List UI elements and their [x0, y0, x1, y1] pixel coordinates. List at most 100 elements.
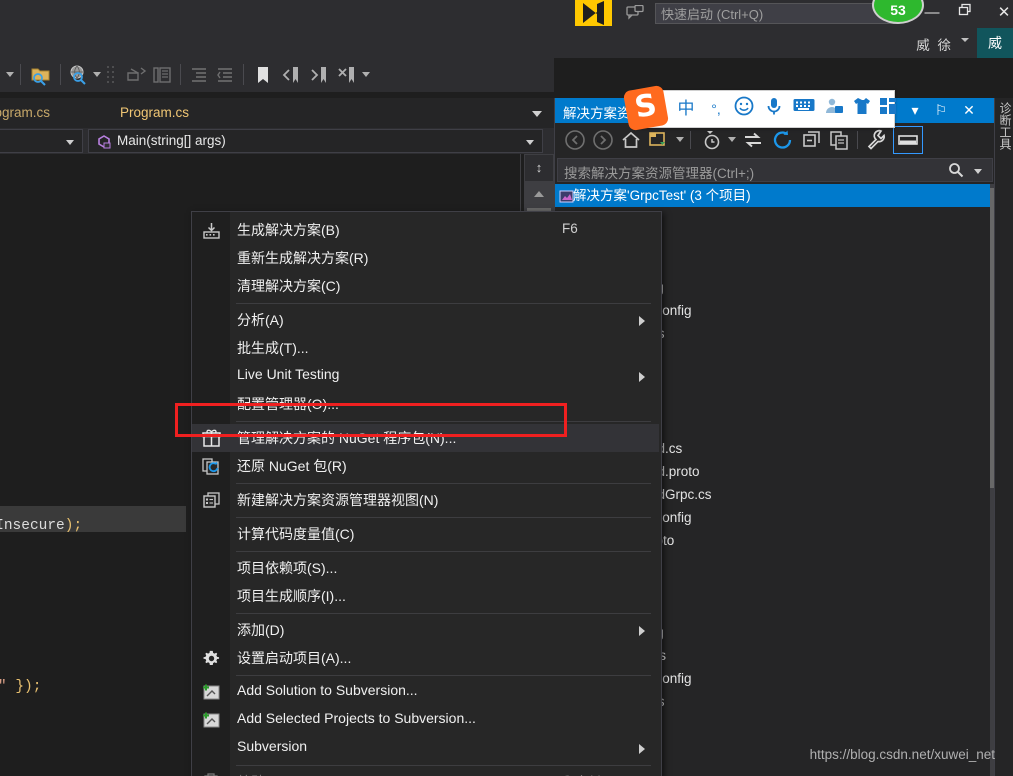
- chinese-mode-icon[interactable]: 中: [672, 95, 700, 123]
- restore-button[interactable]: [952, 2, 980, 24]
- context-menu-item-label: 项目生成顺序(I)...: [237, 588, 346, 604]
- context-menu-item[interactable]: 项目生成顺序(I)...: [192, 582, 659, 610]
- collapse-all-glyph: [803, 131, 820, 147]
- skin-icon[interactable]: [848, 95, 876, 123]
- tree-item-label: 解决方案'GrpcTest' (3 个项目): [573, 188, 751, 203]
- increase-indent-icon[interactable]: [188, 64, 210, 86]
- subversion-add-icon: [202, 711, 221, 730]
- scroll-up-button[interactable]: [525, 181, 553, 207]
- context-menu-item[interactable]: 清理解决方案(C): [192, 272, 659, 300]
- magnifier-glyph: [949, 163, 964, 178]
- pending-changes-filter-icon[interactable]: [700, 128, 724, 152]
- context-menu-item-label: 重新生成解决方案(R): [237, 250, 369, 266]
- tab-list-dropdown-icon[interactable]: [532, 111, 542, 117]
- soft-keyboard-icon[interactable]: [790, 95, 818, 123]
- context-menu-item[interactable]: 批生成(T)...: [192, 334, 659, 362]
- search-icon[interactable]: [948, 162, 964, 181]
- context-menu-item[interactable]: 重新生成解决方案(R): [192, 244, 659, 272]
- minimize-button[interactable]: —: [918, 2, 946, 24]
- punctuation-mode-icon[interactable]: °,: [702, 95, 730, 123]
- back-icon[interactable]: [563, 128, 587, 152]
- overflow-caret-left-icon[interactable]: [6, 72, 14, 77]
- sync-with-active-document-icon[interactable]: [647, 128, 671, 152]
- preview-selected-items-button[interactable]: [893, 126, 923, 154]
- avatar[interactable]: 威: [977, 28, 1013, 58]
- properties-wrench-icon[interactable]: [865, 128, 889, 152]
- show-all-files-icon[interactable]: [741, 128, 765, 152]
- context-menu-item[interactable]: 新建解决方案资源管理器视图(N): [192, 486, 659, 514]
- home-icon[interactable]: [619, 128, 643, 152]
- editor-tab-inactive[interactable]: rogram.cs: [0, 98, 50, 128]
- find-dropdown-caret-icon[interactable]: [93, 72, 101, 77]
- context-menu-item[interactable]: 设置启动项目(A)...: [192, 644, 659, 672]
- search-input[interactable]: 搜索解决方案资源管理器(Ctrl+;): [557, 158, 993, 182]
- context-menu-item[interactable]: 还原 NuGet 包(R): [192, 452, 659, 480]
- editor-split-handle[interactable]: ↕: [525, 155, 553, 181]
- sogou-logo-icon[interactable]: S: [622, 84, 670, 132]
- decrease-indent-icon[interactable]: [214, 64, 236, 86]
- collapse-all-icon[interactable]: [800, 128, 824, 152]
- emoji-icon[interactable]: [730, 95, 758, 123]
- dotted-grip-glyph: [107, 66, 114, 83]
- user-glyph: [826, 98, 843, 113]
- bookmark-icon[interactable]: [252, 64, 274, 86]
- context-menu-item[interactable]: 添加(D): [192, 616, 659, 644]
- open-folder-search-icon[interactable]: [30, 64, 52, 86]
- editor-tab-active[interactable]: Program.cs: [120, 98, 189, 128]
- diagnostic-tools-dock[interactable]: 诊断工具: [994, 98, 1013, 776]
- context-menu-item[interactable]: 管理解决方案的 NuGet 程序包(N)...: [192, 424, 659, 452]
- chevron-down-icon[interactable]: [974, 169, 982, 174]
- quick-launch-input[interactable]: 快速启动 (Ctrl+Q): [655, 3, 900, 24]
- context-menu-item[interactable]: Subversion: [192, 734, 659, 762]
- send-feedback-icon[interactable]: [626, 4, 644, 21]
- solution-context-menu[interactable]: 生成解决方案(B) F6 重新生成解决方案(R) 清理解决方案(C) 分析(A) 批生成(…: [191, 211, 662, 776]
- nuget-package-icon: [202, 429, 221, 448]
- emoji-glyph: [734, 96, 754, 116]
- context-menu-item[interactable]: Add Solution to Subversion...: [192, 678, 659, 706]
- member-dropdown[interactable]: Main(string[] args): [88, 129, 543, 153]
- context-menu-item-label: 粘贴(P): [237, 772, 284, 776]
- toolbar-separator: [857, 131, 858, 149]
- panel-dropdown-icon[interactable]: ▾: [905, 100, 925, 121]
- submenu-arrow-icon: [639, 372, 645, 382]
- previous-bookmark-icon[interactable]: [280, 64, 302, 86]
- watermark-url: https://blog.csdn.net/xuwei_net: [809, 747, 995, 762]
- menu-separator: [236, 421, 651, 422]
- voice-input-icon[interactable]: [760, 95, 788, 123]
- submenu-arrow-icon: [639, 316, 645, 326]
- menu-separator: [236, 765, 651, 766]
- context-menu-item[interactable]: 生成解决方案(B) F6: [192, 216, 659, 244]
- refresh-icon[interactable]: [771, 128, 795, 152]
- context-menu-item[interactable]: 项目依赖项(S)...: [192, 554, 659, 582]
- sogou-ime-toolbar[interactable]: S 中 °,: [622, 84, 896, 132]
- context-menu-item[interactable]: 计算代码度量值(C): [192, 520, 659, 548]
- toolbar-overflow-icon[interactable]: [362, 72, 370, 77]
- find-in-files-icon[interactable]: [68, 64, 90, 86]
- sync-dropdown-caret-icon[interactable]: [676, 137, 684, 142]
- context-menu-item[interactable]: Live Unit Testing: [192, 362, 659, 390]
- account-name-label[interactable]: 威 徐: [916, 34, 953, 54]
- uncomment-selection-icon[interactable]: [152, 64, 174, 86]
- panel-pin-icon[interactable]: ⚐: [931, 100, 951, 121]
- user-profile-icon[interactable]: [820, 95, 848, 123]
- filter-clock-glyph: [704, 131, 720, 150]
- context-menu-item[interactable]: Add Selected Projects to Subversion...: [192, 706, 659, 734]
- code-line: _二次服务请求" });: [0, 679, 42, 695]
- filter-dropdown-caret-icon[interactable]: [728, 137, 736, 142]
- context-menu-item[interactable]: 分析(A): [192, 306, 659, 334]
- context-menu-item-label: Subversion: [237, 738, 308, 754]
- toolbox-icon[interactable]: [874, 95, 902, 123]
- next-bookmark-icon[interactable]: [308, 64, 330, 86]
- context-menu-item[interactable]: 配置管理器(O)...: [192, 390, 659, 418]
- view-code-icon[interactable]: [828, 128, 852, 152]
- keyboard-glyph: [793, 99, 815, 111]
- close-button[interactable]: ✕: [990, 2, 1013, 24]
- forward-glyph: [593, 130, 613, 150]
- forward-icon[interactable]: [591, 128, 615, 152]
- clear-bookmarks-icon[interactable]: [336, 64, 358, 86]
- panel-close-icon[interactable]: ✕: [959, 100, 979, 121]
- tree-row[interactable]: 解决方案'GrpcTest' (3 个项目): [555, 184, 995, 207]
- type-dropdown[interactable]: [0, 129, 83, 153]
- chevron-down-icon[interactable]: [961, 38, 969, 42]
- comment-selection-icon[interactable]: [125, 64, 147, 86]
